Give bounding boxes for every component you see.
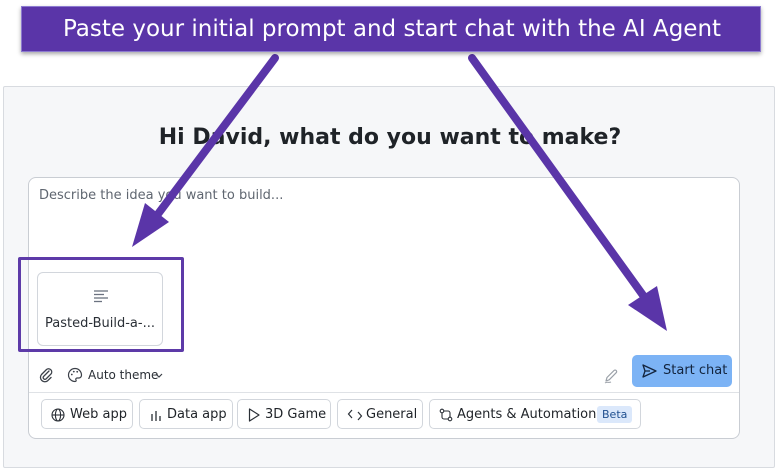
- arrow-to-start-chat: [468, 54, 667, 331]
- arrow-to-attachment: [132, 54, 279, 247]
- annotation-banner: Paste your initial prompt and start chat…: [21, 6, 761, 52]
- annotation-arrows: [132, 54, 667, 331]
- annotation-text: Paste your initial prompt and start chat…: [62, 16, 722, 42]
